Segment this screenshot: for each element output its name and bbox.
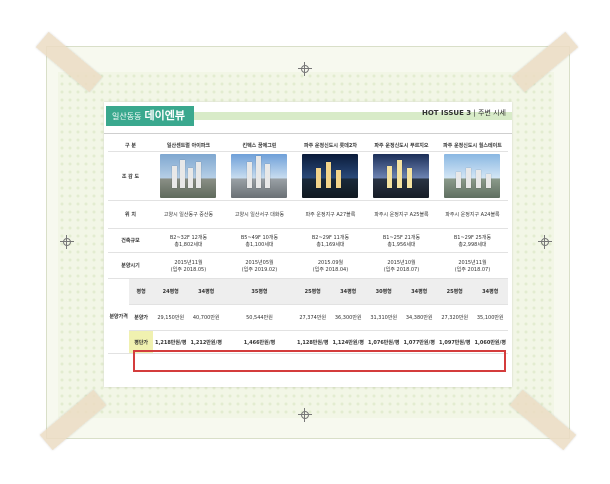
complex-image-cell [294,151,366,201]
size-cell: 24평형 [152,278,189,305]
sale-period-cell: 2015년11월 (입주 2018.07) [436,252,508,279]
section-separator: | [473,109,476,117]
sale-period-cell: 2015년11월 (입주 2018.05) [152,252,224,279]
price-cell: 36,300만원 [330,304,366,331]
table-row-image: 조 감 도 [108,151,508,201]
complex-image-cell [365,151,437,201]
col-header-complex: 파주 운정신도시 푸르지오 [365,139,437,152]
registration-mark-left [60,235,74,249]
section-title: 주변 시세 [478,109,506,117]
sale-period-cell: 2015년05월 (입주 2019.02) [223,252,295,279]
scale-cell: B2~32F 12개동 총1,802세대 [152,228,224,253]
size-cell: 34평형 [330,278,366,305]
size-cell: 34평형 [472,278,508,305]
highlight-box [133,350,506,372]
title-small: 일산동동 [112,112,142,121]
scale-cell: B1~29F 25개동 총2,998세대 [436,228,508,253]
col-header-label: 구 분 [108,139,153,152]
size-cell: 30평형 [365,278,402,305]
row-label-sale-price: 분양가격 [108,278,130,354]
sale-period-cell: 2015.09월 (입주 2018.04) [294,252,366,279]
sale-period-cell: 2015년10월 (입주 2018.07) [365,252,437,279]
table-row-price: 분양가 29,150만원 40,700만원 50,544만원 27,374만원 … [108,304,508,331]
price-cell: 31,310만원 [365,304,402,331]
section-label: HOT ISSUE 3 | 주변 시세 [422,108,506,118]
building-image [373,154,430,198]
scale-cell: B1~25F 21개동 총1,956세대 [365,228,437,253]
table-row-size: 분양가격 평형 24평형 34평형 35평형 25평형 34평형 30평형 34… [108,278,508,354]
price-cell: 35,100만원 [472,304,508,331]
row-label-sale-period: 분양시기 [108,252,153,279]
scale-cell: B2~29F 11개동 총1,169세대 [294,228,366,253]
title-badge: 일산동동 데이엔뷰 [106,106,194,126]
table-header-row: 구 분 일산센트럴 아이파크 킨텍스 꿈에그린 파주 운정신도시 롯데2차 파주… [108,139,508,152]
building-image [160,154,217,198]
complex-image-cell [223,151,295,201]
size-cell: 25평형 [436,278,473,305]
location-cell: 고양시 일산동구 중산동 [152,200,224,229]
location-cell: 파주시 운정지구 A24블록 [436,200,508,229]
table-row-location: 위 치 고양시 일산동구 중산동 고양시 일산서구 대화동 파주 운정지구 A2… [108,200,508,229]
col-header-complex: 일산센트럴 아이파크 [152,139,224,152]
building-image [444,154,501,198]
row-label-size: 평형 [129,278,153,305]
comparison-table: 구 분 일산센트럴 아이파크 킨텍스 꿈에그린 파주 운정신도시 롯데2차 파주… [108,139,508,354]
size-cell: 34평형 [401,278,437,305]
row-label-scale: 건축규모 [108,228,153,253]
registration-mark-top [298,62,312,76]
size-cell: 25평형 [294,278,331,305]
row-label-price: 분양가 [129,304,153,331]
header-divider [104,133,512,134]
registration-mark-bottom [298,408,312,422]
price-cell: 50,544만원 [223,304,295,331]
scale-cell: B5~49F 10개동 총1,100세대 [223,228,295,253]
location-cell: 파주시 운정지구 A25블록 [365,200,437,229]
price-cell: 29,150만원 [152,304,189,331]
table-row-sale-period: 분양시기 2015년11월 (입주 2018.05) 2015년05월 (입주 20… [108,252,508,279]
building-image [302,154,359,198]
price-cell: 27,374만원 [294,304,331,331]
price-cell: 40,700만원 [188,304,224,331]
col-header-complex: 킨텍스 꿈에그린 [223,139,295,152]
row-label-image: 조 감 도 [108,151,153,201]
row-label-location: 위 치 [108,200,153,229]
title-big: 데이엔뷰 [144,109,185,122]
card-header: 일산동동 데이엔뷰 HOT ISSUE 3 | 주변 시세 [104,102,512,130]
complex-image-cell [152,151,224,201]
location-cell: 파주 운정지구 A27블록 [294,200,366,229]
complex-image-cell [436,151,508,201]
building-image [231,154,288,198]
table-row-scale: 건축규모 B2~32F 12개동 총1,802세대 B5~49F 10개동 총1,1… [108,228,508,253]
location-cell: 고양시 일산서구 대화동 [223,200,295,229]
col-header-complex: 파주 운정신도시 힐스테이트 [436,139,508,152]
registration-mark-right [538,235,552,249]
price-cell: 34,380만원 [401,304,437,331]
size-cell: 34평형 [188,278,224,305]
content-card: 일산동동 데이엔뷰 HOT ISSUE 3 | 주변 시세 구 분 일산센트럴 아… [104,102,512,387]
issue-label: HOT ISSUE 3 [422,109,472,117]
size-cell: 35평형 [223,278,295,305]
col-header-complex: 파주 운정신도시 롯데2차 [294,139,366,152]
price-cell: 27,320만원 [436,304,473,331]
